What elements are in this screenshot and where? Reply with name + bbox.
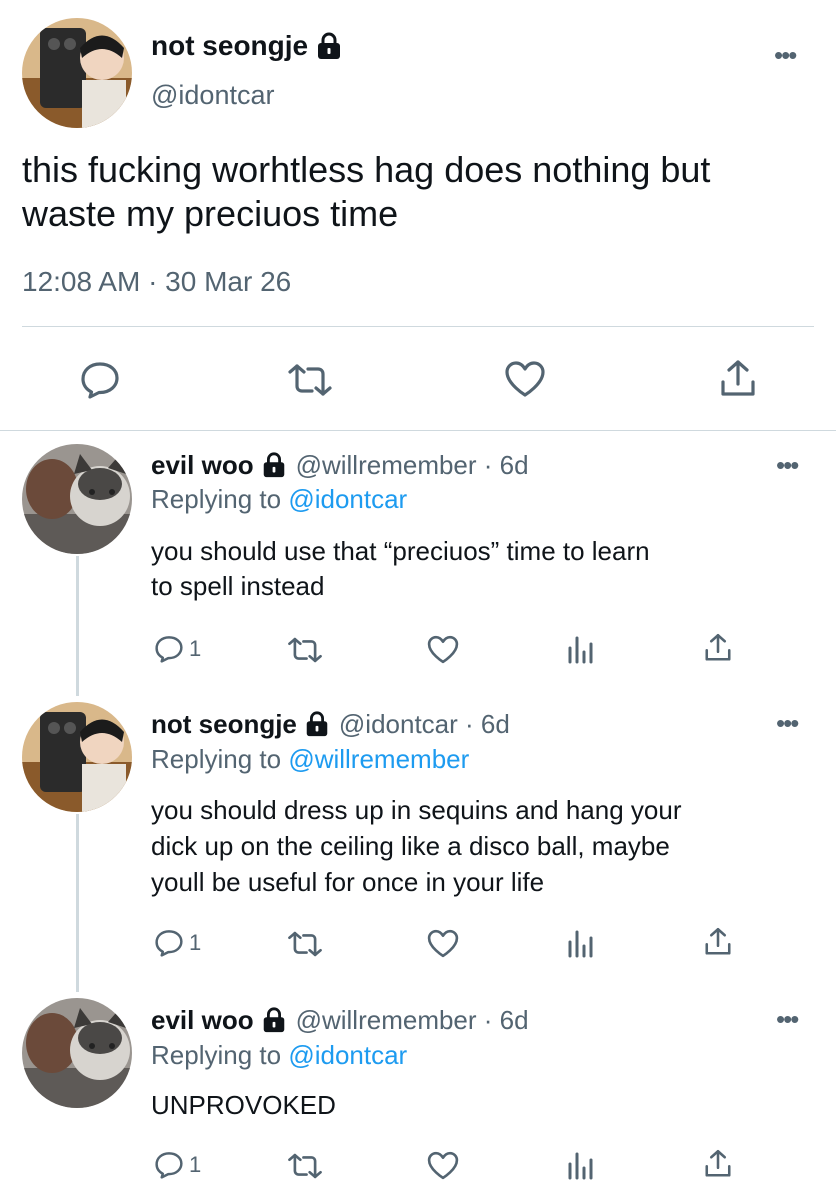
thread-line [76,556,79,696]
reply-text-line: youll be useful for once in your life [151,867,545,897]
reply-icon [153,1150,185,1180]
reply-icon [153,928,185,958]
reply-icon [153,634,185,664]
reply-button[interactable]: 1 [153,634,201,664]
tweet-text-line: this fucking worhtless hag does nothing … [22,149,711,190]
reply-text-line: you should use that “preciuos” time to l… [151,536,650,566]
avatar[interactable] [22,444,132,554]
reply-text: you should dress up in sequins and hang … [151,792,681,900]
analytics-icon[interactable] [566,928,594,958]
retweet-icon[interactable] [286,636,324,664]
reply-text: UNPROVOKED [151,1088,336,1122]
reply-text-line: UNPROVOKED [151,1090,336,1120]
more-options-icon[interactable]: ••• [776,710,799,736]
replying-to-label: Replying to [151,744,289,774]
more-options-icon[interactable]: ••• [774,42,797,68]
reply-text: you should use that “preciuos” time to l… [151,534,650,604]
mention-link[interactable]: @idontcar [288,1040,407,1070]
handle-and-time[interactable]: @willremember · 6d [296,1005,529,1036]
more-options-icon[interactable]: ••• [776,452,799,478]
retweet-icon[interactable] [286,930,324,958]
replying-to-label: Replying to [151,1040,289,1070]
more-options-icon[interactable]: ••• [776,1006,799,1032]
thread-line [76,814,79,992]
reply-text-line: you should dress up in sequins and hang … [151,795,682,825]
replying-to: Replying to @willremember [151,744,469,775]
tweet-text-line: waste my preciuos time [22,193,399,234]
avatar[interactable] [22,18,132,128]
reply-text-line: dick up on the ceiling like a disco ball… [151,831,670,861]
reply-text-line: to spell instead [151,571,325,601]
lock-icon [260,451,288,479]
reply-count: 1 [189,1152,202,1177]
analytics-icon[interactable] [566,1150,594,1180]
display-name[interactable]: evil woo [151,1005,254,1036]
share-icon[interactable] [718,358,758,400]
like-icon[interactable] [426,1150,460,1181]
reply-count: 1 [189,930,202,955]
replying-to: Replying to @idontcar [151,1040,407,1071]
tweet-text: this fucking worhtless hag does nothing … [22,148,710,236]
avatar[interactable] [22,998,132,1108]
like-icon[interactable] [426,928,460,959]
avatar[interactable] [22,702,132,812]
replying-to-label: Replying to [151,484,289,514]
lock-icon [303,710,331,738]
display-name[interactable]: not seongje [151,30,308,62]
mention-link[interactable]: @willremember [288,744,469,774]
share-icon[interactable] [703,1148,733,1180]
mention-link[interactable]: @idontcar [288,484,407,514]
handle-and-time[interactable]: @willremember · 6d [296,450,529,481]
like-icon[interactable] [426,634,460,665]
retweet-icon[interactable] [286,362,334,398]
analytics-icon[interactable] [566,634,594,664]
retweet-icon[interactable] [286,1152,324,1180]
divider [22,326,814,327]
lock-icon [260,1006,288,1034]
divider [0,430,836,431]
display-name[interactable]: evil woo [151,450,254,481]
share-icon[interactable] [703,632,733,664]
reply-count: 1 [189,636,202,661]
timestamp[interactable]: 12:08 AM · 30 Mar 26 [22,266,291,298]
handle-and-time[interactable]: @idontcar · 6d [339,709,510,740]
display-name[interactable]: not seongje [151,709,297,740]
like-icon[interactable] [503,359,547,399]
reply-button[interactable]: 1 [153,1150,201,1180]
reply-button[interactable]: 1 [153,928,201,958]
lock-icon [314,31,344,61]
handle[interactable]: @idontcar [151,80,274,111]
replying-to: Replying to @idontcar [151,484,407,515]
reply-icon[interactable] [78,360,122,400]
share-icon[interactable] [703,926,733,958]
